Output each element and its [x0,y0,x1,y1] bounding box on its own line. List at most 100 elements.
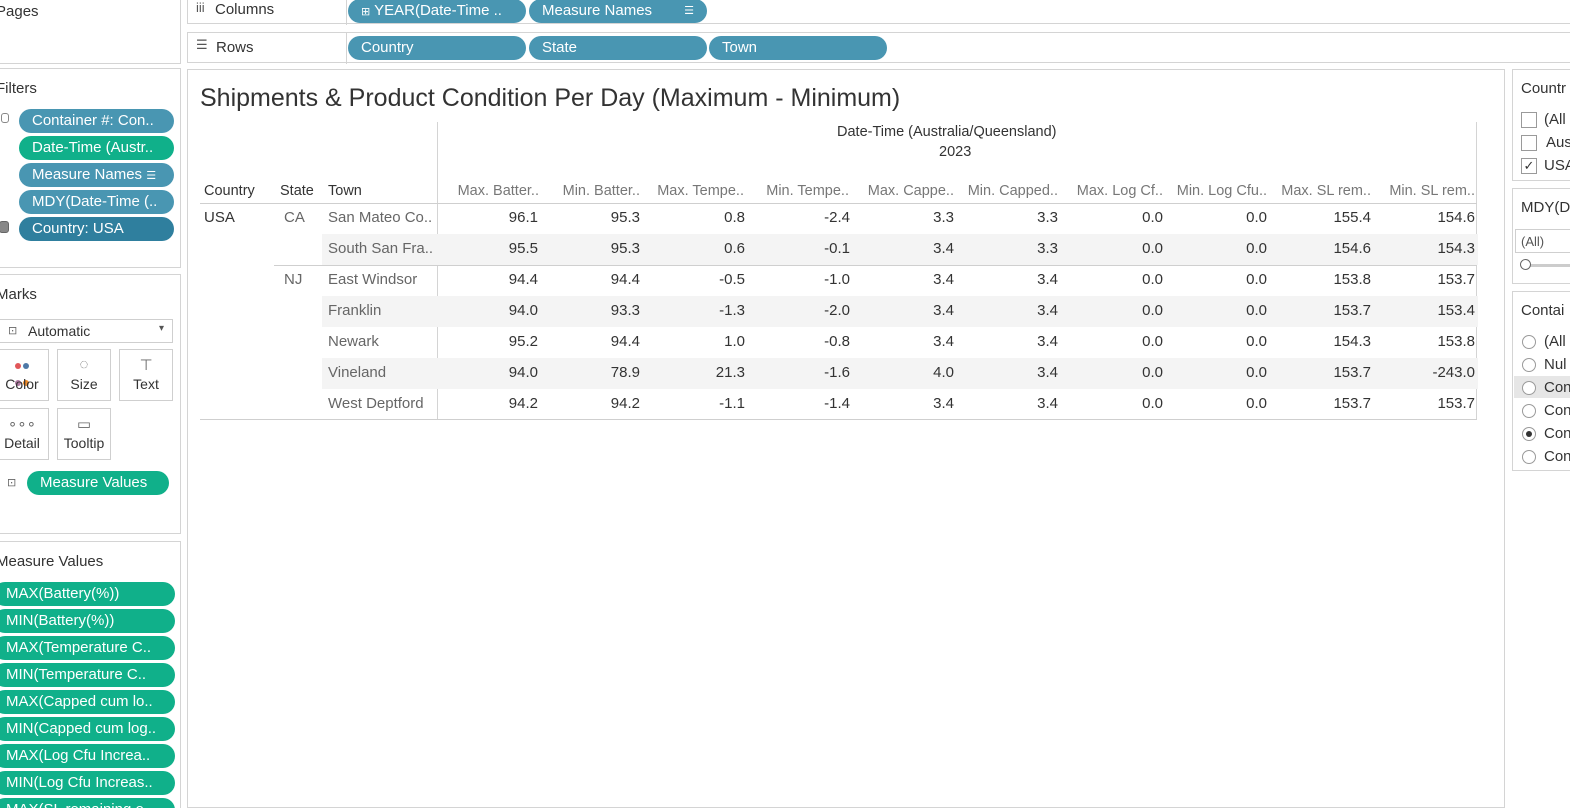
measure-value-item[interactable]: MAX(Battery(%)) [0,582,175,606]
container-option-radio[interactable] [1522,404,1536,418]
table-bottom-rule [200,419,1477,420]
value-cell: 95.3 [610,240,640,257]
value-cell: 3.4 [933,333,954,350]
column-pill-year[interactable]: ⊞ YEAR(Date-Time .. [348,0,526,23]
header-rule [200,203,1477,204]
filter-date-time[interactable]: Date-Time (Austr.. [19,136,174,160]
value-cell: 3.4 [1037,302,1058,319]
country-option-label[interactable]: (All [1544,111,1566,128]
town-cell: East Windsor [328,271,418,288]
value-cell: -0.1 [824,240,850,257]
container-option-radio[interactable] [1522,358,1536,372]
container-option-radio-selected[interactable] [1522,427,1536,441]
country-filter-card: Countr (All Aus ✓ USA [1512,69,1570,181]
columns-shelf: iii Columns ⊞ YEAR(Date-Time .. Measure … [187,0,1570,25]
column-header: Min. SL rem.. [1389,183,1475,199]
country-option-checkbox[interactable] [1521,135,1537,151]
container-option-radio[interactable] [1522,450,1536,464]
container-option-label[interactable]: Con [1544,402,1570,419]
rows-icon: ☰ [196,37,208,52]
container-option-radio[interactable] [1522,335,1536,349]
value-cell: 4.0 [933,364,954,381]
mdy-select[interactable]: (All) [1515,229,1570,253]
measure-value-item[interactable]: MAX(Capped cum lo.. [0,690,175,714]
value-cell: 0.0 [1142,333,1163,350]
column-header: Max. SL rem.. [1281,183,1371,199]
size-icon: ◌ [79,356,89,373]
value-cell: -1.1 [719,395,745,412]
country-option-checkbox[interactable]: ✓ [1521,158,1537,174]
container-option-label[interactable]: Con [1544,448,1570,465]
mdy-slider-handle[interactable] [1520,259,1531,270]
pages-panel: Pages [0,0,181,64]
value-cell: -1.4 [824,395,850,412]
measure-value-item[interactable]: MAX(Log Cfu Increa.. [0,744,175,768]
column-header: Min. Capped.. [967,183,1058,199]
tooltip-button[interactable]: ▭ Tooltip [57,408,111,460]
filter-country[interactable]: Country: USA [19,217,174,241]
value-cell: 3.4 [933,395,954,412]
value-cell: 96.1 [508,209,538,226]
column-pill-measure-names-label: Measure Names [542,2,653,19]
value-cell: -1.0 [824,271,850,288]
row-pill-country[interactable]: Country [348,36,526,60]
country-option-label[interactable]: Aus [1546,134,1570,151]
container-option-label[interactable]: (All [1544,333,1566,350]
viz-title: Shipments & Product Condition Per Day (M… [200,84,901,112]
color-button[interactable]: Color [0,349,49,401]
measure-value-item[interactable]: MIN(Battery(%)) [0,609,175,633]
value-cell: 3.4 [933,302,954,319]
detail-button[interactable]: ∘∘∘ Detail [0,408,49,460]
value-cell: 153.8 [1437,333,1475,350]
measure-value-item[interactable]: MAX(Temperature C.. [0,636,175,660]
measure-values-label: Measure Values [0,553,104,570]
mark-type-value: Automatic [28,323,91,339]
container-filter-card: Contai (All Nul Con Con Con Con [1512,291,1570,471]
value-cell: 3.4 [1037,395,1058,412]
text-mark-icon: ⊡ [7,477,17,489]
filter-container[interactable]: Container #: Con.. [19,109,174,133]
filter-measure-names[interactable]: Measure Names ☰ [19,163,174,187]
value-cell: -0.5 [719,271,745,288]
value-cell: 0.0 [1142,364,1163,381]
measure-value-item[interactable]: MIN(Log Cfu Increas.. [0,771,175,795]
text-button[interactable]: ⊤ Text [119,349,173,401]
chevron-down-icon: ▾ [158,323,164,334]
value-cell: 0.0 [1142,271,1163,288]
container-option-label[interactable]: Nul [1544,356,1567,373]
rows-label: Rows [216,39,254,56]
town-cell: West Deptford [328,395,424,412]
value-cell: 154.6 [1333,240,1371,257]
tooltip-label: Tooltip [63,435,105,451]
value-cell: 153.4 [1437,302,1475,319]
filter-mdy[interactable]: MDY(Date-Time (.. [19,190,174,214]
value-cell: 3.4 [1037,271,1058,288]
container-option-radio[interactable] [1522,381,1536,395]
column-header: Min. Batter.. [562,183,640,199]
value-cell: 0.0 [1246,333,1267,350]
measure-value-item[interactable]: MIN(Capped cum log.. [0,717,175,741]
value-cell: -1.3 [719,302,745,319]
row-pill-town[interactable]: Town [709,36,887,60]
columns-icon: iii [196,0,205,15]
country-option-checkbox[interactable] [1521,112,1537,128]
measure-values-pill[interactable]: Measure Values [27,471,169,495]
mark-type-dropdown[interactable]: ⊡ Automatic ▾ [0,319,173,343]
value-cell: -2.4 [824,209,850,226]
size-button[interactable]: ◌ Size [57,349,111,401]
value-cell: 0.0 [1246,395,1267,412]
size-label: Size [70,376,98,392]
measure-value-item[interactable]: MAX(SL remaining o.. [0,798,175,808]
measure-value-item[interactable]: MIN(Temperature C.. [0,663,175,687]
column-pill-measure-names[interactable]: Measure Names ☰ [529,0,707,23]
country-option-label[interactable]: USA [1544,157,1570,174]
row-pill-state[interactable]: State [529,36,707,60]
value-cell: 3.4 [933,271,954,288]
container-option-label[interactable]: Con [1544,425,1570,442]
value-cell: 78.9 [610,364,640,381]
row-header-state: State [280,183,314,199]
container-option-label[interactable]: Con [1544,379,1570,396]
year-header: 2023 [939,144,972,160]
value-cell: 93.3 [610,302,640,319]
value-cell: 0.0 [1246,271,1267,288]
